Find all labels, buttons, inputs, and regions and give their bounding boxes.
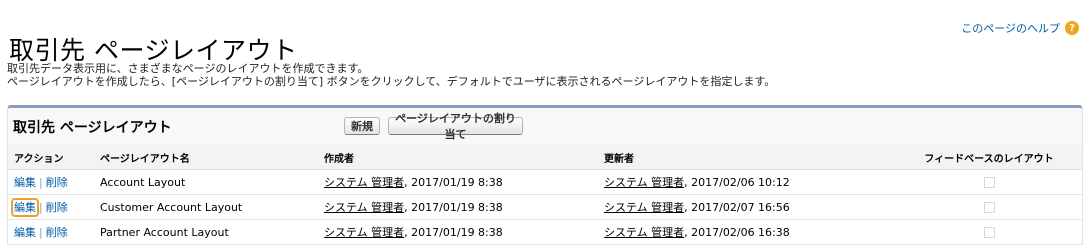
layout-name: Partner Account Layout	[94, 219, 318, 245]
header-modified-by: 更新者	[598, 145, 890, 170]
modified-by-link[interactable]: システム 管理者	[604, 176, 684, 189]
modified-by-link[interactable]: システム 管理者	[604, 226, 684, 239]
action-separator: |	[39, 176, 43, 189]
modified-cell: システム 管理者, 2017/02/06 10:12	[598, 169, 890, 195]
action-separator: |	[39, 201, 43, 214]
delete-link[interactable]: 削除	[46, 201, 68, 214]
modified-by-link[interactable]: システム 管理者	[604, 201, 684, 214]
description-line-2: ページレイアウトを作成したら、[ページレイアウトの割り当て] ボタンをクリックし…	[7, 75, 776, 88]
action-cell: 編集 | 削除	[8, 219, 94, 245]
feed-based-checkbox	[983, 176, 995, 188]
feed-cell	[890, 169, 1082, 195]
header-feed-based: フィードベースのレイアウト	[890, 145, 1082, 170]
feed-cell	[890, 219, 1082, 245]
table-header-row: アクション ページレイアウト名 作成者 更新者 フィードベースのレイアウト	[8, 145, 1082, 170]
created-date: , 2017/01/19 8:38	[404, 176, 503, 189]
action-separator: |	[39, 226, 43, 239]
feed-based-checkbox	[983, 226, 995, 238]
feed-based-checkbox	[983, 201, 995, 213]
header-layout-name: ページレイアウト名	[94, 145, 318, 170]
layout-name: Customer Account Layout	[94, 194, 318, 220]
edit-link[interactable]: 編集	[11, 198, 39, 217]
created-cell: システム 管理者, 2017/01/19 8:38	[318, 194, 598, 220]
panel-title: 取引先 ページレイアウト	[13, 120, 172, 136]
delete-link[interactable]: 削除	[46, 226, 68, 239]
header-action: アクション	[8, 145, 94, 170]
created-date: , 2017/01/19 8:38	[404, 226, 503, 239]
question-icon[interactable]: ?	[1065, 21, 1079, 35]
action-cell: 編集 | 削除	[8, 194, 94, 220]
action-cell: 編集 | 削除	[8, 169, 94, 195]
edit-link[interactable]: 編集	[14, 226, 36, 239]
table-row: 編集 | 削除 Partner Account Layout システム 管理者, 2…	[8, 219, 1082, 245]
modified-date: , 2017/02/07 16:56	[684, 201, 790, 214]
assign-layout-button[interactable]: ページレイアウトの割り当て	[388, 112, 523, 141]
created-by-link[interactable]: システム 管理者	[324, 201, 404, 214]
header-created-by: 作成者	[318, 145, 598, 170]
created-by-link[interactable]: システム 管理者	[324, 176, 404, 189]
created-cell: システム 管理者, 2017/01/19 8:38	[318, 219, 598, 245]
table-row: 編集 | 削除 Account Layout システム 管理者, 2017/01/1…	[8, 169, 1082, 195]
modified-cell: システム 管理者, 2017/02/06 16:38	[598, 219, 890, 245]
page-layout-table: アクション ページレイアウト名 作成者 更新者 フィードベースのレイアウト 編集…	[8, 145, 1082, 245]
help-link[interactable]: このページのヘルプ	[961, 20, 1060, 36]
new-button[interactable]: 新規	[344, 117, 380, 135]
edit-link[interactable]: 編集	[14, 176, 36, 189]
table-row: 編集 | 削除 Customer Account Layout システム 管理者, …	[8, 194, 1082, 220]
feed-cell	[890, 194, 1082, 220]
modified-date: , 2017/02/06 16:38	[684, 226, 790, 239]
page-description: 取引先データ表示用に、さまざまなページのレイアウトを作成できます。 ページレイア…	[7, 62, 775, 88]
description-line-1: 取引先データ表示用に、さまざまなページのレイアウトを作成できます。	[7, 62, 369, 75]
help-link-container: このページのヘルプ ?	[961, 20, 1079, 36]
modified-cell: システム 管理者, 2017/02/07 16:56	[598, 194, 890, 220]
created-cell: システム 管理者, 2017/01/19 8:38	[318, 169, 598, 195]
created-by-link[interactable]: システム 管理者	[324, 226, 404, 239]
created-date: , 2017/01/19 8:38	[404, 201, 503, 214]
delete-link[interactable]: 削除	[46, 176, 68, 189]
page-layout-panel: 取引先 ページレイアウト 新規 ページレイアウトの割り当て アクション ページレ…	[7, 105, 1083, 245]
layout-name: Account Layout	[94, 169, 318, 195]
modified-date: , 2017/02/06 10:12	[684, 176, 790, 189]
